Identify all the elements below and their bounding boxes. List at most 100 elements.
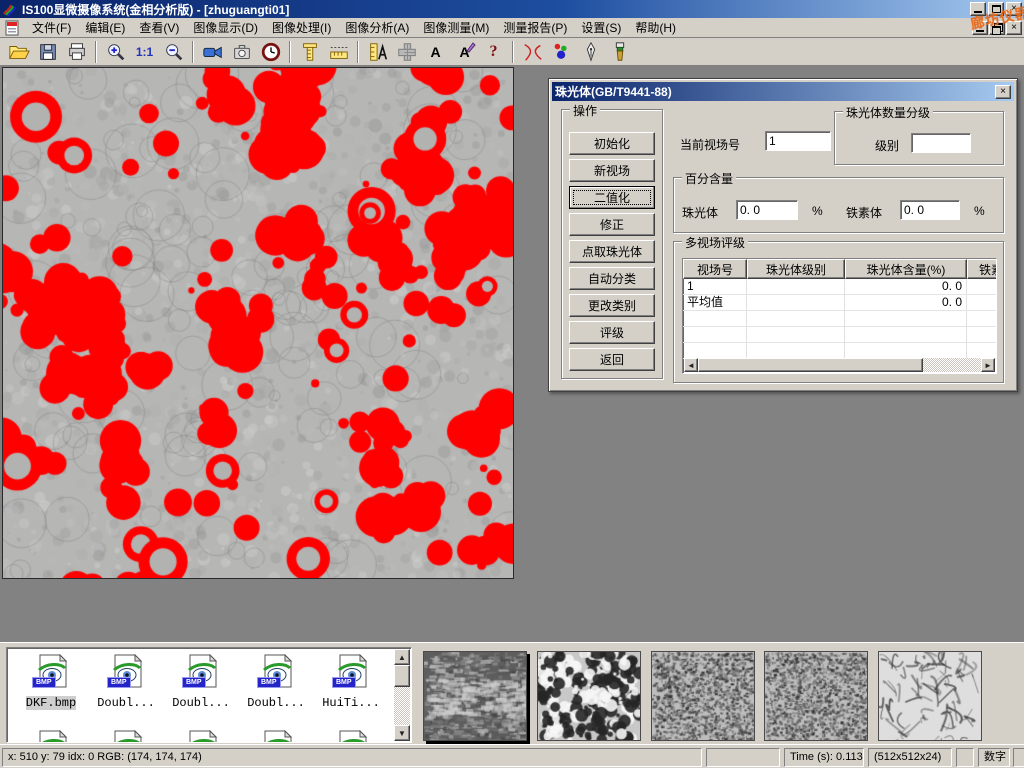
text-tool-button[interactable]: A [421, 39, 450, 65]
percent-sign: % [812, 204, 823, 218]
file-name[interactable]: Doubl... [172, 696, 230, 710]
bmp-badge: BMP [32, 677, 56, 688]
file-list-scrollbar[interactable]: ▲ ▼ [394, 649, 410, 741]
file-item[interactable]: BMP [90, 730, 162, 743]
grading-group-label: 珠光体数量分级 [843, 104, 933, 121]
col-pearlite-content[interactable]: 珠光体含量(%) [845, 259, 967, 279]
ferrite-percent-input[interactable]: 0. 0 [900, 200, 960, 220]
camera-capture-button[interactable] [227, 39, 256, 65]
multi-field-group-label: 多视场评级 [682, 234, 748, 251]
menu-report[interactable]: 测量报告(P) [496, 17, 574, 38]
file-item[interactable]: BMP [165, 730, 237, 743]
change-class-button[interactable]: 更改类别 [569, 294, 655, 317]
status-bar: x: 510 y: 79 idx: 0 RGB: (174, 174, 174)… [0, 744, 1024, 768]
help-button[interactable]: ? [479, 39, 508, 65]
menu-help[interactable]: 帮助(H) [628, 17, 683, 38]
grid-cross-icon [396, 41, 418, 63]
table-horizontal-scrollbar[interactable]: ◄ ► [684, 358, 995, 372]
correct-button[interactable]: 修正 [569, 213, 655, 236]
thumbnail-3[interactable] [651, 651, 755, 741]
initialize-button[interactable]: 初始化 [569, 132, 655, 155]
dialog-close-button[interactable]: × [995, 85, 1011, 99]
file-item[interactable]: BMP [240, 730, 312, 743]
caliper-button[interactable] [295, 39, 324, 65]
brush-tool-button[interactable] [605, 39, 634, 65]
grade-button[interactable]: 评级 [569, 321, 655, 344]
scroll-left-button[interactable]: ◄ [684, 358, 698, 372]
bmp-file-icon: BMP [109, 675, 143, 692]
ruler-button[interactable] [324, 39, 353, 65]
print-button[interactable] [62, 39, 91, 65]
menu-image-processing[interactable]: 图像处理(I) [265, 17, 338, 38]
scrollbar-track[interactable] [923, 358, 981, 372]
thumbnail-2[interactable] [537, 651, 641, 741]
scroll-up-button[interactable]: ▲ [394, 649, 410, 665]
menu-settings[interactable]: 设置(S) [574, 17, 628, 38]
open-file-button[interactable] [4, 39, 33, 65]
current-field-label: 当前视场号 [680, 136, 740, 153]
workspace: 珠光体(GB/T9441-88) × 操作 初始化 新视场 二值化 修正 点取珠… [0, 66, 1024, 642]
curve-tool-button[interactable] [518, 39, 547, 65]
file-name[interactable]: DKF.bmp [26, 696, 76, 710]
cursor-position-status: x: 510 y: 79 idx: 0 RGB: (174, 174, 174) [2, 748, 702, 767]
file-item[interactable]: BMP HuiTi... [315, 654, 387, 711]
pen-tool-button[interactable] [576, 39, 605, 65]
file-item[interactable]: BMP [315, 730, 387, 743]
menu-image-display[interactable]: 图像显示(D) [186, 17, 265, 38]
mode-status: 数字 [978, 748, 1010, 767]
bmp-file-icon: BMP [34, 675, 68, 692]
pick-pearlite-button[interactable]: 点取珠光体 [569, 240, 655, 263]
menu-image-analysis[interactable]: 图像分析(A) [338, 17, 416, 38]
toolbar-separator [357, 41, 359, 63]
binarize-button[interactable]: 二值化 [569, 186, 655, 209]
file-name[interactable]: Doubl... [97, 696, 155, 710]
table-row[interactable]: 1 0. 0 [683, 279, 996, 295]
operation-group-label: 操作 [570, 102, 600, 119]
dialog-title-bar[interactable]: 珠光体(GB/T9441-88) × [552, 82, 1014, 101]
pearlite-percent-input[interactable]: 0. 0 [736, 200, 798, 220]
file-name[interactable]: HuiTi... [322, 696, 380, 710]
button-label: 修正 [600, 216, 624, 233]
zoom-out-button[interactable] [159, 39, 188, 65]
timer-button[interactable] [256, 39, 285, 65]
menu-image-measure[interactable]: 图像测量(M) [416, 17, 496, 38]
file-item[interactable]: BMP DKF.bmp [15, 654, 87, 711]
grid-tool-button[interactable] [392, 39, 421, 65]
auto-classify-button[interactable]: 自动分类 [569, 267, 655, 290]
metallographic-image[interactable] [2, 67, 514, 579]
scrollbar-thumb[interactable] [394, 665, 410, 687]
thumbnail-5[interactable] [878, 651, 982, 741]
menu-file[interactable]: 文件(F) [25, 17, 78, 38]
col-ferrite[interactable]: 铁素体 [967, 259, 997, 279]
thumbnail-1[interactable] [423, 651, 527, 741]
thumbnail-4[interactable] [764, 651, 868, 741]
scroll-down-button[interactable]: ▼ [394, 725, 410, 741]
menu-view[interactable]: 查看(V) [132, 17, 186, 38]
annotate-button[interactable]: A [450, 39, 479, 65]
file-item[interactable]: BMP Doubl... [165, 654, 237, 711]
table-row[interactable]: 平均值 0. 0 [683, 295, 996, 311]
zoom-in-button[interactable] [101, 39, 130, 65]
file-item[interactable]: BMP [15, 730, 87, 743]
file-item[interactable]: BMP Doubl... [240, 654, 312, 711]
percent-group-label: 百分含量 [682, 170, 736, 187]
new-field-button[interactable]: 新视场 [569, 159, 655, 182]
video-capture-button[interactable] [198, 39, 227, 65]
classify-button[interactable] [547, 39, 576, 65]
scrollbar-thumb[interactable] [698, 358, 923, 372]
file-name[interactable]: Doubl... [247, 696, 305, 710]
actual-size-button[interactable]: 1:1 [130, 39, 159, 65]
col-pearlite-grade[interactable]: 珠光体级别 [747, 259, 845, 279]
return-button[interactable]: 返回 [569, 348, 655, 371]
save-button[interactable] [33, 39, 62, 65]
scroll-right-button[interactable]: ► [981, 358, 995, 372]
bottom-panel: BMP DKF.bmp BMP Doubl... BMP Doubl... BM… [0, 642, 1024, 744]
menu-edit[interactable]: 编辑(E) [78, 17, 132, 38]
grade-level-input[interactable] [911, 133, 971, 153]
bmp-file-icon: BMP [259, 675, 293, 692]
current-field-input[interactable]: 1 [765, 131, 831, 151]
file-item[interactable]: BMP Doubl... [90, 654, 162, 711]
col-field-number[interactable]: 视场号 [683, 259, 747, 279]
cell-ferrite [967, 295, 997, 310]
calibration-button[interactable] [363, 39, 392, 65]
